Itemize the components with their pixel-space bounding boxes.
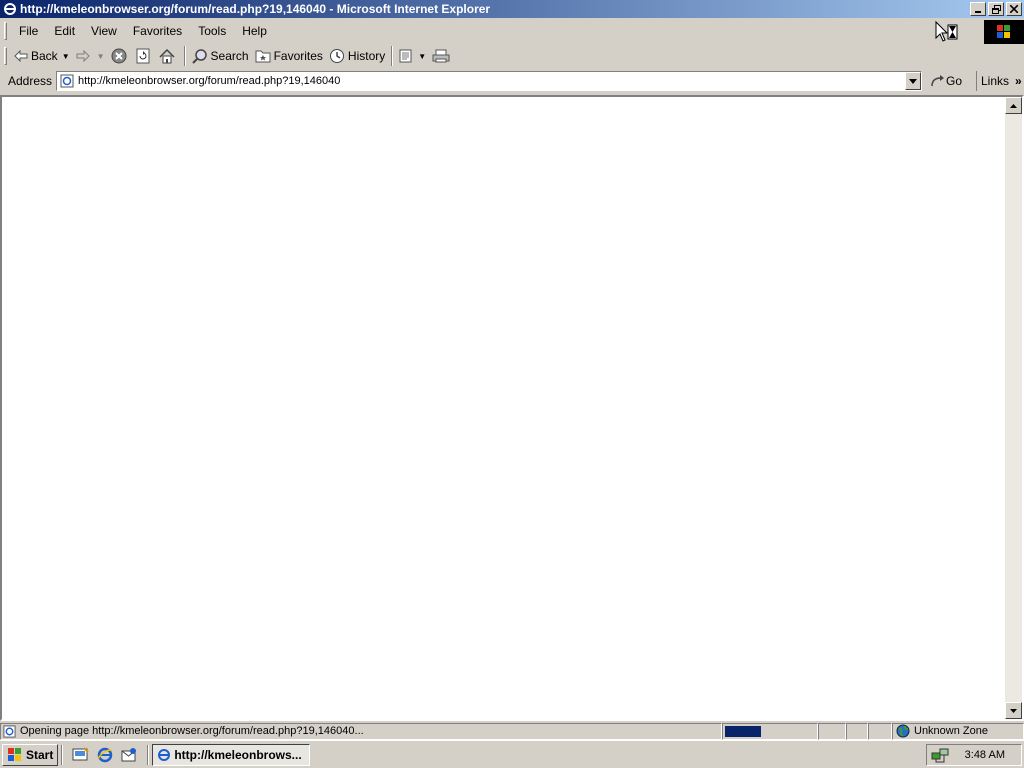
ie-logo-icon bbox=[4, 3, 16, 15]
go-arrow-icon bbox=[931, 75, 945, 87]
favorites-icon bbox=[255, 50, 271, 63]
status-panel-empty bbox=[868, 722, 892, 740]
window-title: http://kmeleonbrowser.org/forum/read.php… bbox=[20, 2, 491, 16]
forward-arrow-icon bbox=[76, 50, 90, 62]
close-icon bbox=[1010, 5, 1018, 13]
taskbar-separator bbox=[147, 744, 150, 765]
address-bar: Address http://kmeleonbrowser.org/forum/… bbox=[0, 69, 1024, 93]
minimize-icon bbox=[975, 11, 981, 13]
address-url: http://kmeleonbrowser.org/forum/read.php… bbox=[78, 75, 341, 87]
start-label: Start bbox=[26, 747, 54, 762]
windows-logo-throbber bbox=[984, 20, 1024, 44]
menu-tools[interactable]: Tools bbox=[190, 21, 234, 41]
favorites-button[interactable]: Favorites bbox=[252, 45, 326, 67]
page-content[interactable] bbox=[0, 95, 1024, 721]
home-icon bbox=[159, 48, 175, 63]
menu-view[interactable]: View bbox=[83, 21, 125, 41]
refresh-icon bbox=[136, 48, 150, 64]
status-panel-empty bbox=[846, 722, 868, 740]
scroll-down-button[interactable] bbox=[1005, 702, 1022, 719]
toolbar-grip[interactable] bbox=[4, 47, 7, 65]
windows-logo-icon bbox=[8, 747, 21, 761]
title-bar[interactable]: http://kmeleonbrowser.org/forum/read.php… bbox=[0, 0, 1024, 18]
toolbar-separator bbox=[183, 46, 186, 66]
stop-icon bbox=[111, 48, 127, 64]
chevron-down-icon bbox=[909, 78, 918, 84]
refresh-button[interactable] bbox=[133, 45, 156, 67]
mail-icon bbox=[399, 49, 412, 63]
restore-button[interactable] bbox=[988, 2, 1004, 16]
menu-help[interactable]: Help bbox=[234, 21, 275, 41]
security-zone-panel[interactable]: Unknown Zone bbox=[892, 722, 1024, 740]
close-button[interactable] bbox=[1006, 2, 1022, 16]
windows-logo-icon bbox=[997, 25, 1010, 38]
search-icon bbox=[191, 49, 207, 64]
ie-window-icon bbox=[158, 748, 171, 761]
go-label: Go bbox=[946, 74, 963, 88]
restore-icon bbox=[991, 4, 1001, 14]
zone-label: Unknown Zone bbox=[914, 725, 988, 737]
status-text-panel: Opening page http://kmeleonbrowser.org/f… bbox=[0, 722, 722, 740]
search-button[interactable]: Search bbox=[189, 45, 252, 67]
back-label: Back bbox=[31, 49, 58, 63]
back-dropdown-icon[interactable]: ▼ bbox=[62, 52, 70, 61]
stop-button[interactable] bbox=[108, 45, 133, 67]
forward-dropdown-icon[interactable]: ▼ bbox=[97, 52, 105, 61]
globe-icon bbox=[896, 724, 910, 738]
taskbar-window-label: http://kmeleonbrows... bbox=[174, 747, 302, 762]
menu-file[interactable]: File bbox=[11, 21, 46, 41]
search-label: Search bbox=[210, 49, 249, 63]
taskbar-window-button[interactable]: http://kmeleonbrows... bbox=[152, 743, 311, 766]
busy-cursor-icon bbox=[934, 20, 960, 47]
menu-edit[interactable]: Edit bbox=[46, 21, 83, 41]
progress-bar bbox=[722, 722, 818, 740]
taskbar: Start http://kmeleonbrows... 3:48 AM bbox=[0, 740, 1024, 768]
mail-button[interactable]: ▼ bbox=[396, 45, 429, 67]
system-tray: 3:48 AM bbox=[926, 744, 1022, 766]
address-label: Address bbox=[8, 74, 53, 88]
chevron-right-icon[interactable]: » bbox=[1015, 74, 1022, 88]
toolbar-grip[interactable] bbox=[4, 22, 7, 40]
standard-toolbar: Back ▼ ▼ Search Favorites History ▼ bbox=[0, 44, 1024, 68]
quick-launch bbox=[72, 746, 138, 763]
status-panel-empty bbox=[818, 722, 846, 740]
menu-favorites[interactable]: Favorites bbox=[125, 21, 190, 41]
page-icon bbox=[60, 74, 74, 88]
outlook-express-icon[interactable] bbox=[120, 747, 138, 763]
internet-explorer-icon[interactable] bbox=[96, 747, 114, 763]
mail-dropdown-icon[interactable]: ▼ bbox=[418, 52, 426, 61]
history-icon bbox=[329, 49, 344, 63]
network-icon[interactable] bbox=[931, 747, 949, 763]
status-text: Opening page http://kmeleonbrowser.org/f… bbox=[20, 725, 364, 737]
links-bar[interactable]: Links » bbox=[976, 71, 1022, 91]
back-arrow-icon bbox=[14, 50, 28, 62]
scroll-up-button[interactable] bbox=[1005, 97, 1022, 114]
history-label: History bbox=[347, 49, 386, 63]
minimize-button[interactable] bbox=[970, 2, 986, 16]
vertical-scrollbar[interactable] bbox=[1005, 97, 1022, 719]
favorites-label: Favorites bbox=[273, 49, 323, 63]
forward-button[interactable]: ▼ bbox=[73, 45, 108, 67]
arrow-up-icon bbox=[1010, 103, 1017, 108]
address-field[interactable]: http://kmeleonbrowser.org/forum/read.php… bbox=[56, 71, 923, 91]
menu-bar: File Edit View Favorites Tools Help bbox=[0, 20, 1024, 42]
page-loading-icon bbox=[3, 724, 16, 738]
toolbar-separator bbox=[391, 46, 394, 66]
progress-fill bbox=[725, 725, 761, 737]
home-button[interactable] bbox=[156, 45, 181, 67]
go-button[interactable]: Go bbox=[930, 74, 962, 88]
status-bar: Opening page http://kmeleonbrowser.org/f… bbox=[0, 722, 1024, 740]
back-button[interactable]: Back ▼ bbox=[11, 45, 73, 67]
taskbar-separator bbox=[61, 744, 64, 765]
print-icon bbox=[432, 49, 450, 63]
show-desktop-icon[interactable] bbox=[72, 746, 90, 763]
arrow-down-icon bbox=[1010, 708, 1017, 713]
start-button[interactable]: Start bbox=[2, 743, 59, 766]
links-label: Links bbox=[981, 74, 1010, 88]
print-button[interactable] bbox=[429, 45, 456, 67]
history-button[interactable]: History bbox=[326, 45, 388, 67]
clock[interactable]: 3:48 AM bbox=[965, 749, 1005, 761]
address-dropdown-button[interactable] bbox=[905, 72, 922, 90]
